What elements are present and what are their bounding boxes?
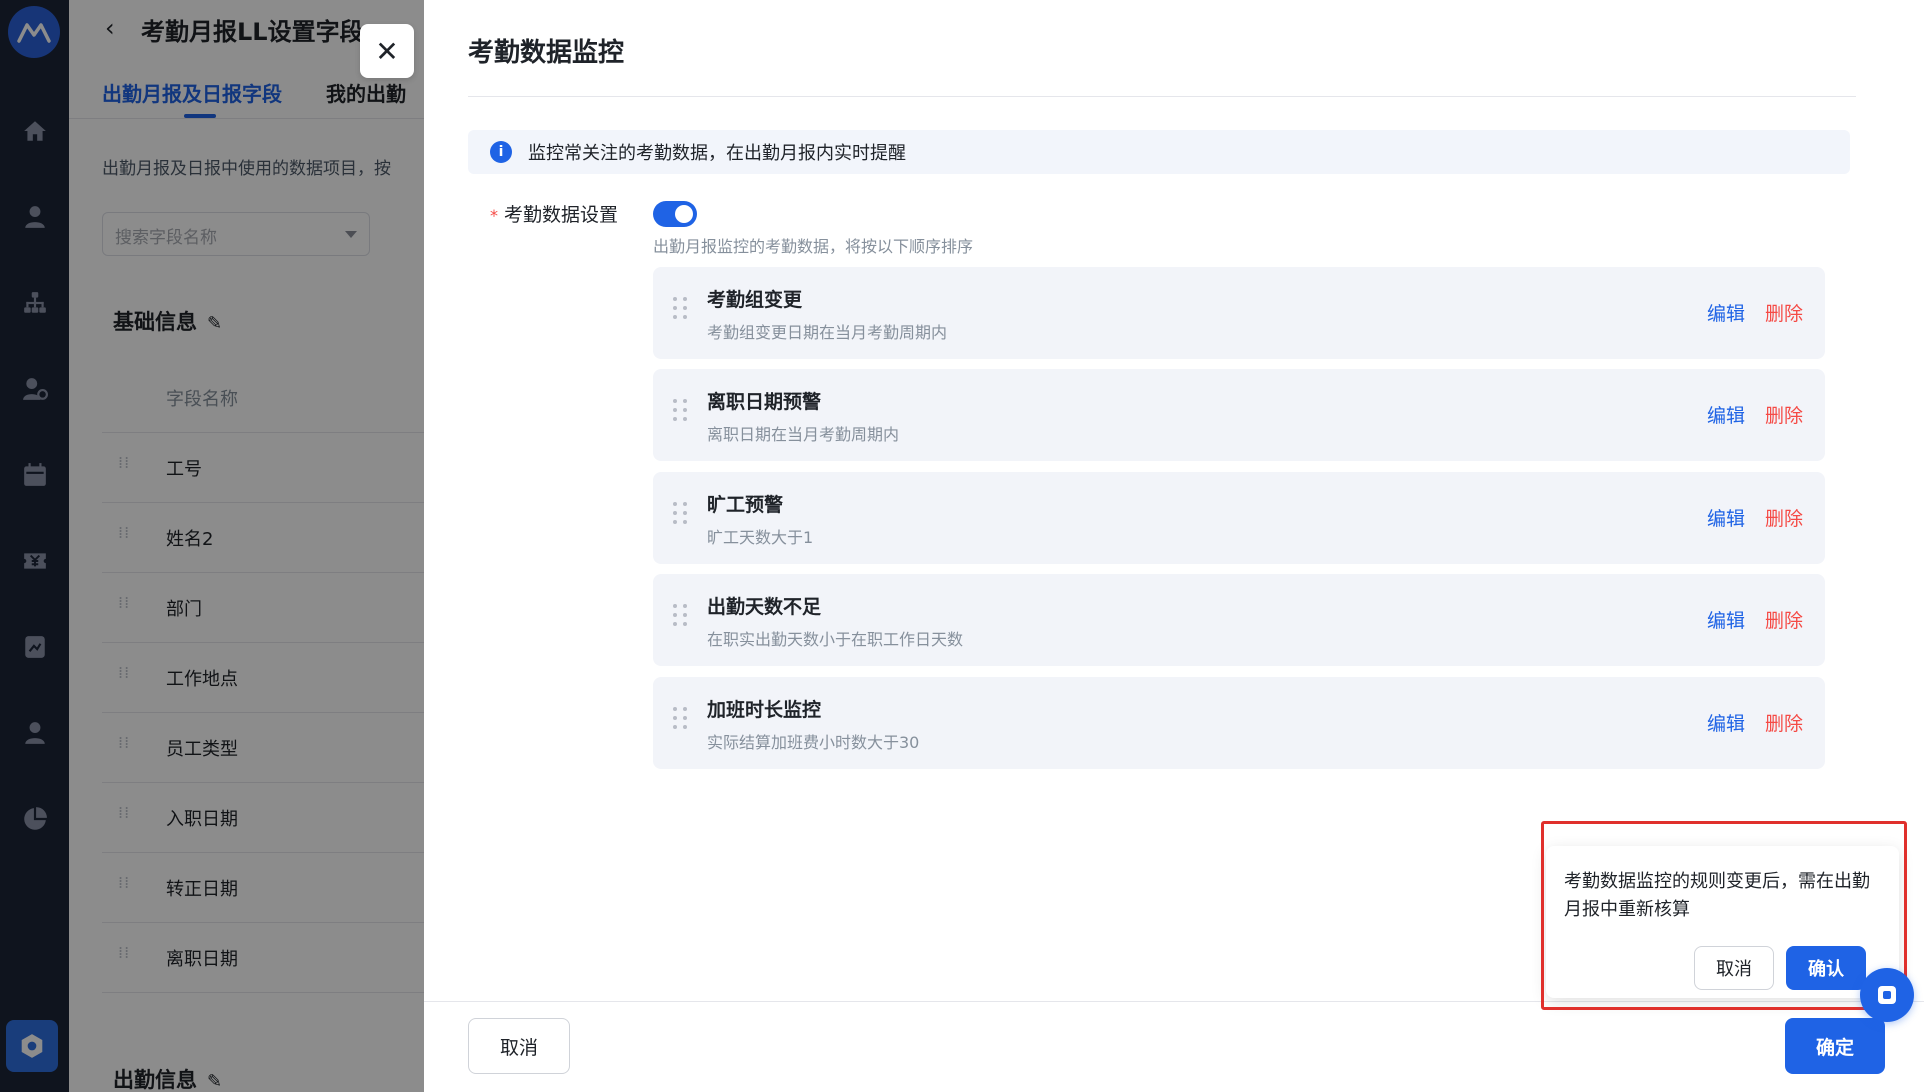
toggle-knob [675, 205, 693, 223]
rule-desc: 离职日期在当月考勤周期内 [707, 425, 900, 444]
info-notice: i 监控常关注的考勤数据，在出勤月报内实时提醒 [468, 130, 1850, 174]
delete-link[interactable]: 删除 [1765, 504, 1803, 531]
edit-link[interactable]: 编辑 [1707, 504, 1745, 531]
edit-link[interactable]: 编辑 [1707, 401, 1745, 428]
field-label: * 考勤数据设置 [490, 200, 618, 227]
rule-item: 加班时长监控 实际结算加班费小时数大于30 编辑 删除 [653, 677, 1825, 769]
rule-desc: 考勤组变更日期在当月考勤周期内 [707, 323, 948, 342]
help-chat-icon[interactable] [1860, 968, 1914, 1022]
rule-title: 考勤组变更 [707, 289, 803, 311]
rule-desc: 旷工天数大于1 [707, 528, 814, 547]
rule-item: 离职日期预警 离职日期在当月考勤周期内 编辑 删除 [653, 369, 1825, 461]
rule-desc: 实际结算加班费小时数大于30 [707, 733, 920, 752]
close-icon[interactable]: ✕ [360, 24, 414, 78]
drag-handle-icon[interactable] [673, 502, 689, 526]
drag-handle-icon[interactable] [673, 399, 689, 423]
rule-item: 考勤组变更 考勤组变更日期在当月考勤周期内 编辑 删除 [653, 267, 1825, 359]
modal-mask[interactable] [0, 0, 424, 1092]
monitor-toggle[interactable] [653, 201, 697, 227]
confirm-button[interactable]: 确定 [1785, 1018, 1885, 1074]
field-hint: 出勤月报监控的考勤数据，将按以下顺序排序 [653, 237, 974, 256]
cancel-button[interactable]: 取消 [468, 1018, 570, 1074]
drawer-title: 考勤数据监控 [468, 38, 625, 68]
notice-text: 监控常关注的考勤数据，在出勤月报内实时提醒 [528, 143, 906, 164]
edit-link[interactable]: 编辑 [1707, 606, 1745, 633]
delete-link[interactable]: 删除 [1765, 299, 1803, 326]
info-icon: i [490, 141, 512, 163]
delete-link[interactable]: 删除 [1765, 606, 1803, 633]
edit-link[interactable]: 编辑 [1707, 709, 1745, 736]
delete-link[interactable]: 删除 [1765, 709, 1803, 736]
field-label-text: 考勤数据设置 [504, 204, 619, 226]
drag-handle-icon[interactable] [673, 604, 689, 628]
highlight-box [1541, 821, 1907, 1010]
delete-link[interactable]: 删除 [1765, 401, 1803, 428]
rule-item: 出勤天数不足 在职实出勤天数小于在职工作日天数 编辑 删除 [653, 574, 1825, 666]
rule-desc: 在职实出勤天数小于在职工作日天数 [707, 630, 964, 649]
rule-title: 出勤天数不足 [707, 596, 822, 618]
drag-handle-icon[interactable] [673, 297, 689, 321]
rule-title: 旷工预警 [707, 494, 784, 516]
required-mark: * [490, 206, 498, 225]
rule-title: 加班时长监控 [707, 699, 822, 721]
divider [468, 96, 1856, 97]
drag-handle-icon[interactable] [673, 707, 689, 731]
rule-title: 离职日期预警 [707, 391, 822, 413]
edit-link[interactable]: 编辑 [1707, 299, 1745, 326]
rule-item: 旷工预警 旷工天数大于1 编辑 删除 [653, 472, 1825, 564]
